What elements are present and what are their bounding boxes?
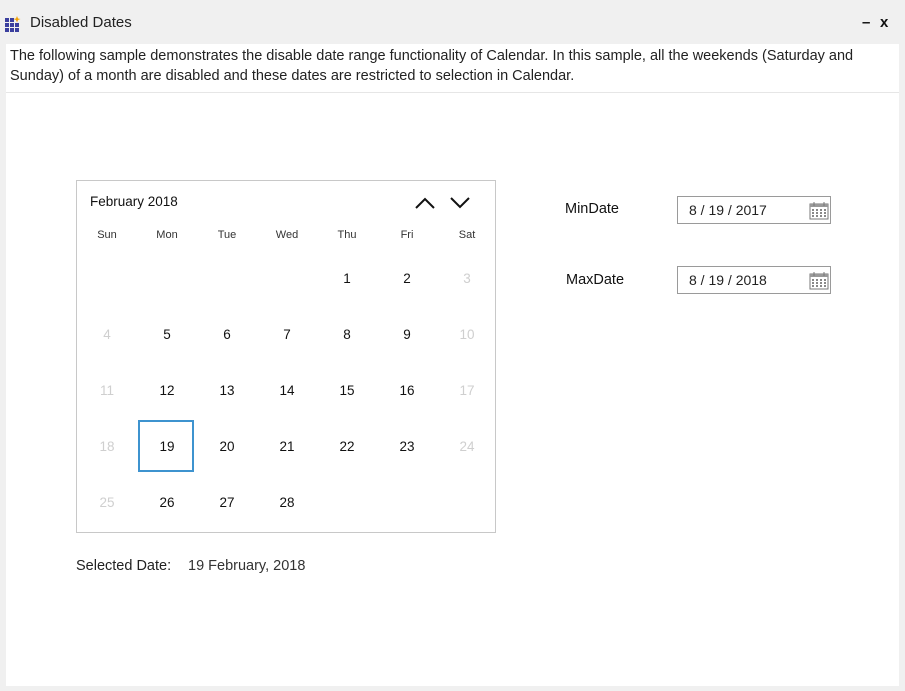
calendar-day[interactable]: 26	[137, 475, 197, 531]
calendar-day[interactable]: 1	[317, 251, 377, 307]
max-date-label: MaxDate	[566, 272, 625, 288]
calendar-day[interactable]: 27	[197, 475, 257, 531]
calendar-day[interactable]: 16	[377, 363, 437, 419]
title-bar: Disabled Dates – x	[0, 0, 905, 44]
calendar: February 2018 Sun Mon Tue Wed Thu Fri Sat 1234…	[76, 180, 496, 533]
min-date-picker[interactable]: 8 / 19 / 2017	[677, 196, 831, 224]
calendar-month-header[interactable]: February 2018	[90, 194, 178, 209]
weekday-header: Mon	[156, 229, 178, 241]
weekday-header: Sun	[97, 229, 117, 241]
calendar-day-disabled: 25	[99, 495, 115, 510]
min-date-value[interactable]: 8 / 19 / 2017	[689, 202, 767, 218]
selected-date-label: Selected Date:	[76, 558, 172, 574]
calendar-icon[interactable]	[809, 271, 829, 290]
calendar-day[interactable]: 7	[257, 307, 317, 363]
min-date-label: MinDate	[565, 201, 619, 217]
calendar-day-selected[interactable]: 19	[137, 419, 197, 475]
max-date-picker[interactable]: 8 / 19 / 2018	[677, 266, 831, 294]
chevron-up-icon[interactable]	[413, 193, 437, 213]
calendar-day[interactable]: 5	[137, 307, 197, 363]
calendar-day[interactable]: 13	[197, 363, 257, 419]
calendar-day[interactable]: 21	[257, 419, 317, 475]
calendar-day[interactable]: 12	[137, 363, 197, 419]
calendar-day[interactable]: 2	[377, 251, 437, 307]
weekday-header: Sat	[458, 229, 476, 241]
calendar-day[interactable]: 28	[257, 475, 317, 531]
sample-description: The following sample demonstrates the di…	[6, 44, 899, 93]
calendar-day[interactable]: 8	[317, 307, 377, 363]
weekday-header: Wed	[275, 229, 299, 241]
calendar-day[interactable]: 9	[377, 307, 437, 363]
calendar-day[interactable]: 20	[197, 419, 257, 475]
calendar-day[interactable]: 14	[257, 363, 317, 419]
content-panel: The following sample demonstrates the di…	[6, 44, 899, 686]
selected-date-value: 19 February, 2018	[188, 558, 306, 574]
calendar-day-disabled: 17	[459, 383, 475, 398]
calendar-icon[interactable]	[809, 201, 829, 220]
calendar-day[interactable]: 15	[317, 363, 377, 419]
close-button[interactable]: x	[880, 14, 888, 31]
calendar-day-disabled: 24	[459, 439, 475, 454]
calendar-day[interactable]: 23	[377, 419, 437, 475]
calendar-day[interactable]: 6	[197, 307, 257, 363]
minimize-button[interactable]: –	[862, 14, 870, 31]
calendar-day-disabled: 4	[103, 327, 111, 342]
window-title: Disabled Dates	[30, 14, 132, 31]
calendar-day[interactable]: 22	[317, 419, 377, 475]
weekday-header: Thu	[337, 229, 357, 241]
max-date-value[interactable]: 8 / 19 / 2018	[689, 272, 767, 288]
app-grid-icon	[5, 16, 21, 32]
calendar-day-disabled: 3	[463, 271, 471, 286]
calendar-day-disabled: 10	[459, 327, 475, 342]
calendar-day-disabled: 18	[99, 439, 115, 454]
weekday-header: Tue	[217, 229, 237, 241]
calendar-day-disabled: 11	[99, 383, 114, 398]
weekday-header: Fri	[400, 229, 414, 241]
chevron-down-icon[interactable]	[448, 193, 472, 213]
